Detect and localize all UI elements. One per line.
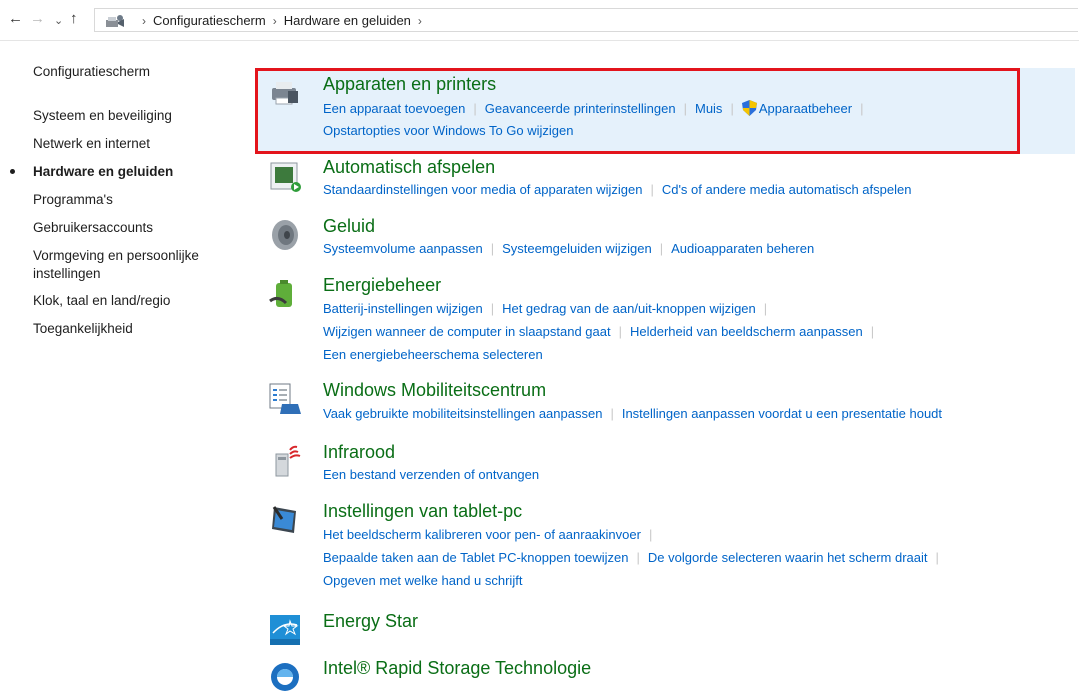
screen-brightness-link[interactable]: Helderheid van beeldscherm aanpassen — [630, 324, 863, 339]
intel-rst-title[interactable]: Intel® Rapid Storage Technologie — [323, 658, 591, 679]
device-manager-link[interactable]: Apparaatbeheer — [759, 101, 852, 116]
nav-control-panel-home[interactable]: Configuratiescherm — [33, 64, 150, 79]
mouse-link[interactable]: Muis — [695, 101, 722, 116]
infrared-title[interactable]: Infrarood — [323, 442, 395, 463]
handedness-link[interactable]: Opgeven met welke hand u schrijft — [323, 573, 522, 588]
calibrate-screen-link[interactable]: Het beeldscherm kalibreren voor pen- of … — [323, 527, 641, 542]
link-separator: | — [648, 527, 653, 542]
link-separator: | — [636, 550, 640, 565]
link-separator: | — [730, 101, 734, 116]
hardware-sound-icon — [106, 15, 124, 27]
infrared-icon[interactable] — [268, 444, 302, 478]
link-separator: | — [935, 550, 939, 565]
link-separator: | — [860, 101, 864, 116]
mobility-center-title[interactable]: Windows Mobiliteitscentrum — [323, 380, 546, 401]
tablet-pc-title[interactable]: Instellingen van tablet-pc — [323, 501, 522, 522]
link-separator: | — [473, 101, 477, 116]
energy-star-title[interactable]: Energy Star — [323, 611, 418, 632]
power-options-title[interactable]: Energiebeheer — [323, 275, 441, 296]
sleep-settings-link[interactable]: Wijzigen wanneer de computer in slaapsta… — [323, 324, 611, 339]
nav-item-network-internet[interactable]: Netwerk en internet — [33, 134, 150, 153]
breadcrumb-hardware-sound[interactable]: Hardware en geluiden — [284, 13, 411, 28]
address-bar: ← → ⌄ ↑ › Configuratiescherm › Hardware en … — [0, 0, 1079, 41]
nav-item-hardware-sound[interactable]: Hardware en geluiden — [10, 162, 174, 181]
address-field[interactable]: › Configuratiescherm › Hardware en geluiden… — [94, 8, 1078, 32]
speaker-icon[interactable] — [268, 218, 302, 252]
breadcrumb-control-panel[interactable]: Configuratiescherm — [153, 13, 266, 28]
nav-item-ease-of-access[interactable]: Toegankelijkheid — [33, 319, 133, 338]
link-separator: | — [618, 324, 623, 339]
nav-item-system-security[interactable]: Systeem en beveiliging — [33, 106, 172, 125]
power-buttons-link[interactable]: Het gedrag van de aan/uit-knoppen wijzig… — [502, 301, 756, 316]
battery-icon[interactable] — [268, 277, 302, 311]
presentation-settings-link[interactable]: Instellingen aanpassen voordat u een pre… — [622, 406, 942, 421]
nav-item-user-accounts[interactable]: Gebruikersaccounts — [33, 218, 153, 237]
up-arrow-icon[interactable]: ↑ — [70, 10, 78, 27]
link-separator: | — [490, 241, 495, 256]
add-device-link[interactable]: Een apparaat toevoegen — [323, 101, 465, 116]
nav-item-appearance[interactable]: Vormgeving en persoonlijke — [33, 246, 199, 265]
cd-autoplay-link[interactable]: Cd's of andere media automatisch afspele… — [662, 182, 912, 197]
devices-printers-title[interactable]: Apparaten en printers — [323, 74, 496, 95]
link-separator: | — [870, 324, 875, 339]
adjust-volume-link[interactable]: Systeemvolume aanpassen — [323, 241, 483, 256]
mobility-center-icon[interactable] — [268, 382, 302, 416]
forward-arrow-icon[interactable]: → — [30, 10, 45, 27]
breadcrumb-chevron-icon: › — [417, 14, 422, 28]
nav-item-label: Hardware en geluiden — [33, 164, 174, 179]
sound-title[interactable]: Geluid — [323, 216, 375, 237]
autoplay-icon[interactable] — [268, 159, 302, 193]
intel-rst-icon[interactable] — [268, 660, 302, 694]
autoplay-title[interactable]: Automatisch afspelen — [323, 157, 495, 178]
battery-settings-link[interactable]: Batterij-instellingen wijzigen — [323, 301, 483, 316]
link-separator: | — [650, 182, 654, 197]
tablet-icon[interactable] — [268, 503, 302, 537]
send-receive-file-link[interactable]: Een bestand verzenden of ontvangen — [323, 467, 539, 482]
link-separator: | — [610, 406, 614, 421]
current-bullet-icon — [10, 169, 15, 174]
manage-audio-devices-link[interactable]: Audioapparaten beheren — [671, 241, 814, 256]
mobility-settings-link[interactable]: Vaak gebruikte mobiliteitsinstellingen a… — [323, 406, 602, 421]
screen-rotation-link[interactable]: De volgorde selecteren waarin het scherm… — [648, 550, 928, 565]
link-separator: | — [683, 101, 687, 116]
uac-shield-icon — [741, 100, 757, 116]
nav-item-clock-region[interactable]: Klok, taal en land/regio — [33, 291, 170, 310]
advanced-printer-setup-link[interactable]: Geavanceerde printerinstellingen — [485, 101, 676, 116]
printer-icon[interactable] — [268, 76, 302, 110]
media-defaults-link[interactable]: Standaardinstellingen voor media of appa… — [323, 182, 642, 197]
breadcrumb-chevron-icon: › — [272, 14, 277, 28]
change-system-sounds-link[interactable]: Systeemgeluiden wijzigen — [502, 241, 652, 256]
breadcrumb-chevron-icon: › — [142, 14, 146, 28]
recent-locations-chevron-icon[interactable]: ⌄ — [54, 14, 63, 27]
back-arrow-icon[interactable]: ← — [8, 10, 23, 27]
link-separator: | — [490, 301, 495, 316]
tablet-buttons-link[interactable]: Bepaalde taken aan de Tablet PC-knoppen … — [323, 550, 628, 565]
energy-star-icon[interactable] — [268, 613, 302, 647]
link-separator: | — [659, 241, 664, 256]
nav-item-programs[interactable]: Programma's — [33, 190, 113, 209]
link-separator: | — [763, 301, 768, 316]
windows-to-go-startup-link[interactable]: Opstartopties voor Windows To Go wijzige… — [323, 123, 573, 138]
power-plan-link[interactable]: Een energiebeheerschema selecteren — [323, 347, 543, 362]
nav-item-appearance-cont[interactable]: instellingen — [33, 264, 101, 283]
